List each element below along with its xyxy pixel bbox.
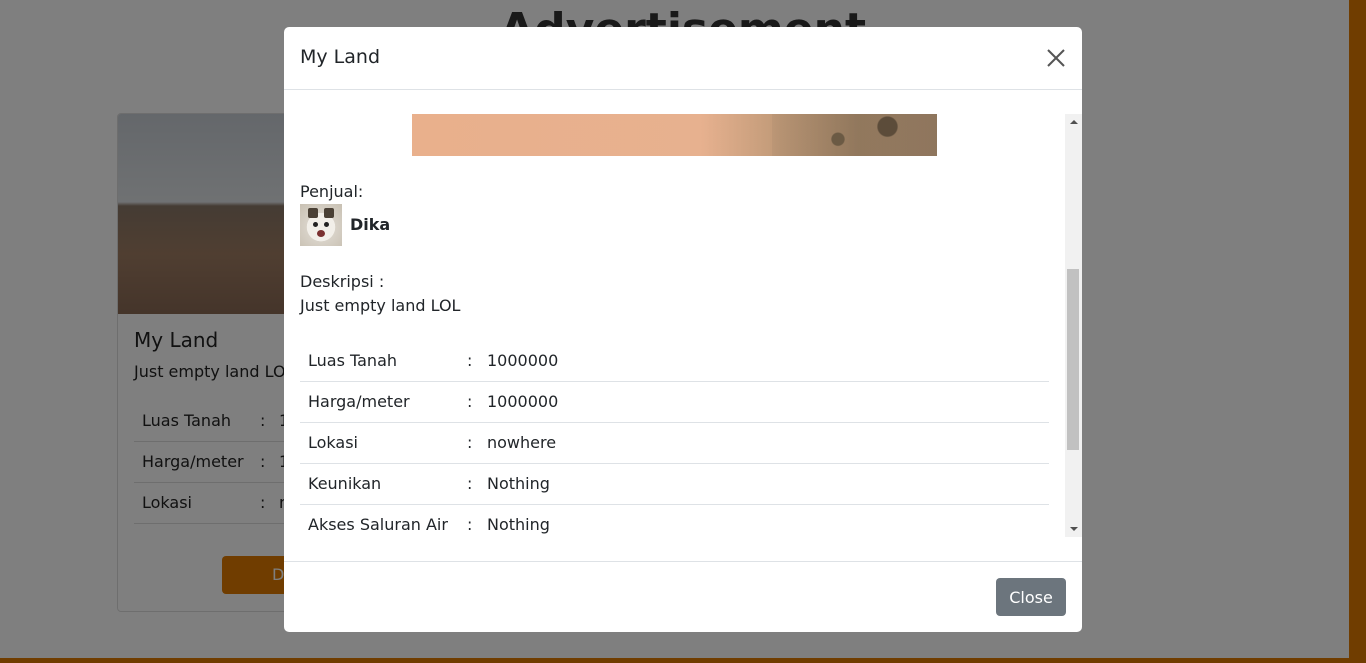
close-button[interactable]: Close — [996, 578, 1066, 616]
close-icon[interactable] — [1044, 46, 1068, 70]
detail-modal: My Land Penjual: Dika Deskripsi : Just e… — [284, 27, 1082, 632]
spec-row: Lokasi : nowhere — [300, 423, 1049, 464]
avatar-mouth — [317, 230, 325, 237]
spec-key: Akses Saluran Air — [308, 515, 448, 534]
spec-separator: : — [467, 351, 473, 370]
spec-row: Akses Saluran Air : Nothing — [300, 505, 1049, 537]
spec-separator: : — [467, 392, 473, 411]
spec-value: Nothing — [487, 515, 550, 534]
land-photo-vegetation — [772, 114, 937, 156]
modal-footer: Close — [284, 561, 1082, 632]
spec-key: Luas Tanah — [308, 351, 398, 370]
avatar-ear — [324, 208, 334, 218]
avatar-eye — [324, 222, 329, 227]
modal-title: My Land — [300, 46, 381, 68]
spec-separator: : — [467, 474, 473, 493]
spec-key: Keunikan — [308, 474, 382, 493]
description-label: Deskripsi : — [300, 272, 385, 291]
spec-value: nowhere — [487, 433, 557, 452]
spec-table: Luas Tanah : 1000000 Harga/meter : 10000… — [300, 341, 1049, 537]
spec-key: Lokasi — [308, 433, 358, 452]
modal-body[interactable]: Penjual: Dika Deskripsi : Just empty lan… — [284, 114, 1082, 537]
land-photo — [412, 114, 937, 156]
avatar-eye — [313, 222, 318, 227]
seller-avatar — [300, 204, 342, 246]
description-text: Just empty land LOL — [300, 296, 461, 315]
scrollbar-thumb[interactable] — [1067, 269, 1079, 450]
modal-scrollbar[interactable] — [1065, 114, 1082, 537]
modal-header: My Land — [284, 27, 1082, 90]
spec-row: Harga/meter : 1000000 — [300, 382, 1049, 423]
spec-value: 1000000 — [487, 351, 559, 370]
spec-row: Luas Tanah : 1000000 — [300, 341, 1049, 382]
spec-value: 1000000 — [487, 392, 559, 411]
scroll-up-arrow-icon[interactable] — [1065, 114, 1082, 131]
avatar-ear — [308, 208, 318, 218]
spec-value: Nothing — [487, 474, 550, 493]
seller-name: Dika — [350, 215, 391, 234]
spec-key: Harga/meter — [308, 392, 410, 411]
seller-label: Penjual: — [300, 182, 364, 201]
spec-row: Keunikan : Nothing — [300, 464, 1049, 505]
scroll-down-arrow-icon[interactable] — [1065, 520, 1082, 537]
spec-separator: : — [467, 515, 473, 534]
spec-separator: : — [467, 433, 473, 452]
